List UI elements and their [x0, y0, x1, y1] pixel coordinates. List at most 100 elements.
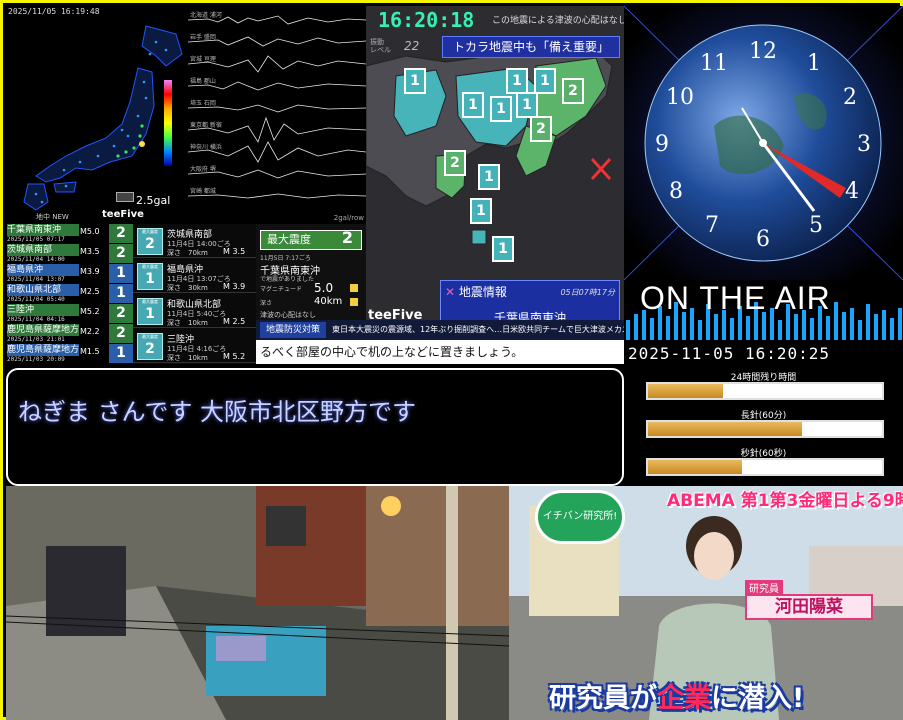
intensity-badge: 2: [530, 116, 552, 142]
intensity-badge: 2: [444, 150, 466, 176]
clock-numeral: 6: [756, 227, 770, 252]
progress-fill: [648, 384, 723, 398]
waveform-row: 東京都 新宿: [190, 122, 222, 129]
map-footer: 地中 NEW: [36, 213, 69, 221]
quake-info-title: ✕ 地震情報: [445, 285, 507, 299]
list-item: 鹿児島県薩摩地方 2025/11/03 21:01 M2.2 2: [6, 324, 133, 343]
pga-color-scale: [164, 80, 172, 166]
analog-clock: 12 1 2 3 4 5 6 7 8 9 10 11: [624, 6, 903, 280]
magnitude-marker: [350, 284, 358, 292]
list-item: 最大震度 2 三陸沖 11月4日 4:16ごろ 深さ 10km M 5.2: [133, 329, 256, 363]
depth-label: 深さ: [260, 300, 273, 307]
japan-map: [23, 25, 183, 211]
advice-text: るべく部屋の中心で机の上などに置きましょう。: [260, 345, 524, 359]
waveform-row: 埼玉 石岡: [190, 100, 216, 107]
advice-ticker: るべく部屋の中心で机の上などに置きましょう。: [256, 340, 624, 364]
broadcast-screen: 2025/11/05 16:19:48 2.5gal 地中 NEW teeFiv…: [0, 0, 903, 720]
depth-marker: [350, 298, 358, 306]
clock-numeral: 8: [669, 179, 683, 204]
max-intensity-panel: 最大震度 2 11月5日 7:17ごろ 千葉県南東沖 で地震がありました マグニチ…: [256, 224, 366, 320]
list-item: 福島県沖 2025/11/04 13:07 M3.9 1: [6, 264, 133, 283]
second-progress-bar: [646, 458, 884, 476]
intensity-tag: 最大震度 1: [137, 298, 163, 325]
day-progress-bar: [646, 382, 884, 400]
waveform-row: 宮城 亘理: [190, 56, 216, 63]
tsunami-clock: 16:20:18: [378, 8, 475, 32]
list-item: 茨城県南部 2025/11/04 14:00 M3.5 2: [6, 244, 133, 263]
guest-role: 研究員: [745, 580, 783, 595]
depth-value: 40km: [314, 296, 343, 307]
intensity-badge: 1: [492, 236, 514, 262]
max-intensity-header: 最大震度 2: [260, 229, 362, 250]
waveform-row: 大阪府 堺: [190, 166, 216, 173]
tsunami-note: この地震による津波の心配はなし: [492, 16, 624, 26]
scale-value: 2.5gal: [136, 194, 171, 207]
time-progress-panel: 24時間残り時間 長針(60分) 秒針(60秒): [624, 370, 903, 486]
clock-numeral: 9: [655, 132, 669, 157]
list-item: 鹿児島県薩摩地方 2025/11/03 20:09 M1.5 1: [6, 344, 133, 363]
waveform-row: 福島 郡山: [190, 78, 216, 85]
waveform-row: 宮崎 都城: [190, 188, 216, 195]
max-intensity-time: 11月5日 7:17ごろ: [260, 255, 311, 262]
quake-info-time: 05日07時17分: [560, 288, 615, 297]
intensity-tag: 最大震度 2: [137, 333, 163, 360]
cross-icon: ✕: [445, 285, 456, 299]
list-item: 最大震度 2 茨城県南部 11月4日 14:00ごろ 深さ 70km M 3.5: [133, 224, 256, 258]
intensity-badge: 2: [562, 78, 584, 104]
waveform-panel: 北海道 浦河 岩手 盛岡 宮城 亘理 福島 郡山 埼玉 石岡 東京都 新宿 神奈…: [188, 6, 366, 224]
clock-numeral: 11: [700, 51, 728, 76]
datetime-text: 2025-11-05 16:20:25: [628, 344, 831, 363]
headline-banner: トカラ地震中も「備え重要」: [442, 36, 620, 58]
intensity-tag: 最大震度 2: [137, 228, 163, 255]
list-item: 和歌山県北部 2025/11/04 05:40 M2.5 1: [6, 284, 133, 303]
viewer-message-text: ねぎま さんです 大阪市北区野方です: [18, 398, 417, 426]
intensity-tag: 最大震度 1: [137, 263, 163, 290]
ticker-text: 東日本大震災の震源域、12年ぶり掘削調査へ…日米欧共同チームで巨大津波メカニズム…: [332, 325, 624, 334]
intensity-badge: 1: [516, 92, 538, 118]
list-item: 最大震度 1 福島県沖 11月4日 13:07ごろ 深さ 30km M 3.9: [133, 259, 256, 293]
magnitude-label: マグニチュード: [260, 286, 303, 293]
clock-numeral: 5: [809, 213, 823, 238]
vibration-level-label: 振動 レベル: [370, 38, 391, 54]
max-intensity-sub: で地震がありました: [260, 276, 315, 283]
clock-numeral: 1: [807, 51, 821, 76]
street-camera-feed: [6, 486, 509, 720]
ticker-label: 地震防災対策: [260, 322, 326, 338]
street-scene: [6, 486, 509, 720]
scale-swatch: [116, 192, 134, 202]
program-caption: 研究員が企業に潜入!: [549, 683, 805, 714]
clock-numeral: 12: [749, 39, 777, 64]
clock-numeral: 10: [666, 85, 694, 110]
abema-banner: ABEMA 第1第3金曜日よる9時: [667, 491, 903, 511]
intensity-badge: 1: [470, 198, 492, 224]
progress-fill: [648, 422, 803, 436]
intensity-badge: 1: [490, 96, 512, 122]
intensity-badge: 1: [478, 164, 500, 190]
waveform-row: 北海道 浦河: [190, 12, 222, 19]
waveform-row: 岩手 盛岡: [190, 34, 216, 41]
on-air-text: ON THE AIR: [640, 280, 831, 316]
viewer-message-box: ねぎま さんです 大阪市北区野方です: [6, 368, 624, 486]
list-item: 三陸沖 2025/11/04 04:16 M5.2 2: [6, 304, 133, 323]
quake-history-list: 千葉県南東沖 2025/11/05 07:17 M5.0 2 茨城県南部 2025/11…: [6, 224, 133, 364]
clock-numeral: 2: [843, 85, 857, 110]
clock-numeral: 3: [857, 132, 871, 157]
minute-progress-bar: [646, 420, 884, 438]
map-timestamp: 2025/11/05 16:19:48: [8, 7, 100, 16]
intensity-badge: 1: [404, 68, 426, 94]
news-ticker: 地震防災対策 東日本大震災の震源域、12年ぶり掘削調査へ…日米欧共同チームで巨大…: [256, 320, 624, 340]
tsunami-status: 津波の心配はなし: [260, 311, 316, 319]
intensity-map-panel: 16:20:18 この地震による津波の心配はなし 振動 レベル 22 トカラ地震…: [366, 6, 624, 346]
intensity-badge: 1: [534, 68, 556, 94]
waveform-footer: 2gal/row: [333, 214, 364, 222]
intensity-badge: 1: [462, 92, 484, 118]
list-item: 最大震度 1 和歌山県北部 11月4日 5:40ごろ 深さ 10km M 2.5: [133, 294, 256, 328]
show-logo: イチバン研究所!: [535, 490, 625, 544]
vibration-level-value: 22: [404, 39, 420, 53]
guest-name: 河田陽菜: [745, 594, 873, 620]
seismic-map-panel: 2025/11/05 16:19:48 2.5gal 地中 NEW teeFiv…: [6, 6, 188, 224]
teefive-logo: teeFive: [102, 209, 144, 220]
space-clock-panel: 12 1 2 3 4 5 6 7 8 9 10 11: [624, 6, 903, 280]
intensity-badge: 1: [506, 68, 528, 94]
clock-numeral: 4: [845, 179, 859, 204]
